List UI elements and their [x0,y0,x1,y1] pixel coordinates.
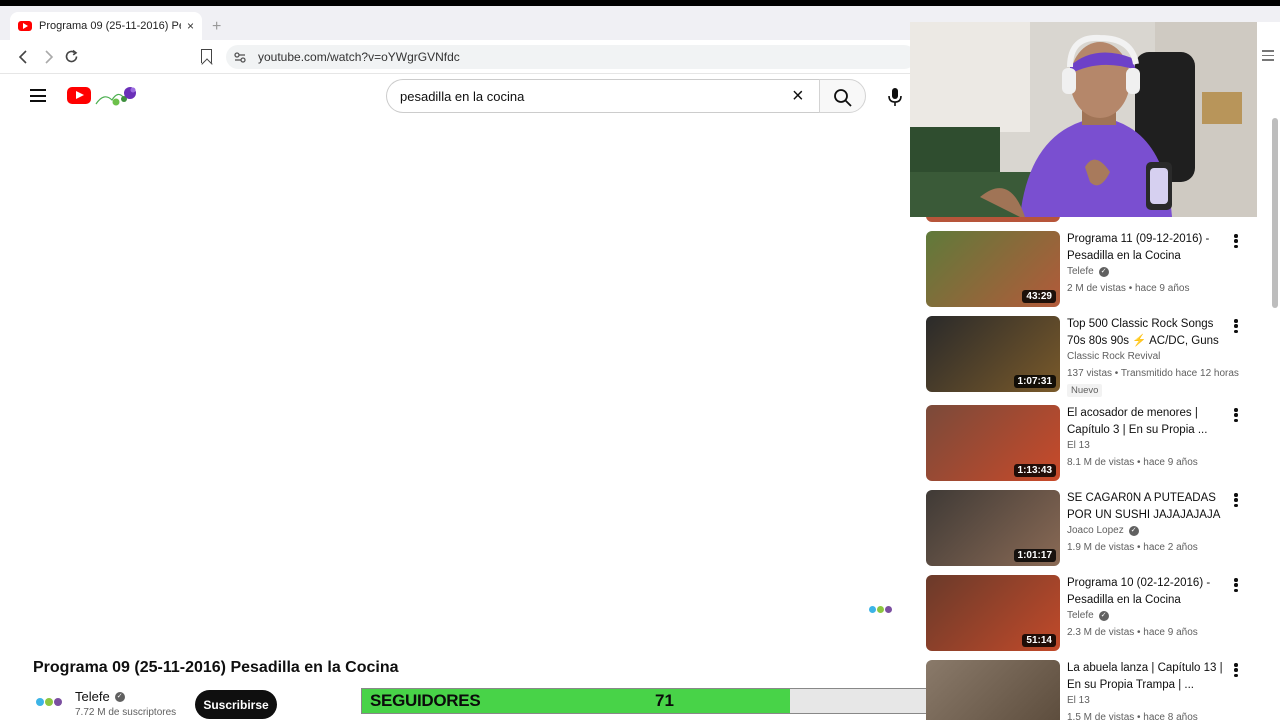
new-tab-button[interactable]: + [212,18,221,36]
recommendation-channel[interactable]: Telefe ✓ [1067,610,1109,621]
subscribe-button[interactable]: Suscribirse [195,690,277,719]
youtube-header: pesadilla en la cocina × [0,74,910,118]
clear-search-icon[interactable]: × [792,86,804,106]
search-query: pesadilla en la cocina [400,88,525,104]
address-bar: youtube.com/watch?v=oYWgrGVNfdc [0,40,916,74]
tab-close-icon[interactable]: × [187,19,194,33]
reload-icon[interactable] [64,49,79,64]
video-duration: 1:07:31 [1013,375,1056,388]
verified-icon: ✓ [114,691,125,702]
webcam-feed-image [910,22,1257,217]
recommendation-meta: 137 vistas • Transmitido hace 12 horas [1067,368,1239,379]
video-player[interactable] [6,120,906,650]
recommendation-item[interactable]: 51:14 Programa 10 (02-12-2016) - Pesadill… [926,575,1256,655]
video-title: Programa 09 (25-11-2016) Pesadilla en la… [33,659,399,676]
recommendation-channel-name: El 13 [1067,440,1090,451]
recommendation-channel[interactable]: El 13 [1067,695,1090,706]
recommendation-channel[interactable]: Telefe ✓ [1067,266,1109,277]
recommendation-thumbnail[interactable]: 43:29 [926,231,1060,307]
more-options-icon[interactable] [1234,234,1238,248]
browser-tab[interactable]: Programa 09 (25-11-2016) Pesadilla × [10,12,202,40]
video-duration: 1:01:17 [1013,549,1056,562]
back-arrow-icon[interactable] [18,50,30,64]
followers-label: SEGUIDORES [370,691,481,710]
search-icon [834,89,852,107]
screen: Programa 09 (25-11-2016) Pesadilla × + y… [0,0,1280,720]
recommendation-meta: 1.9 M de vistas • hace 2 años [1067,542,1198,553]
webcam-overlay [910,22,1257,217]
followers-goal-bar: SEGUIDORES 71 100 [361,688,966,714]
recommendation-channel[interactable]: Classic Rock Revival [1067,351,1160,362]
recommendation-channel-name: Joaco Lopez [1067,525,1124,536]
more-options-icon[interactable] [1234,663,1238,677]
url-field[interactable]: youtube.com/watch?v=oYWgrGVNfdc [226,45,916,69]
recommendation-thumbnail[interactable]: 51:14 [926,575,1060,651]
more-options-icon[interactable] [1234,408,1238,422]
menu-icon[interactable] [30,89,46,102]
verified-icon: ✓ [1098,610,1109,621]
recommendation-title[interactable]: La abuela lanza | Capítulo 13 | En su Pr… [1067,660,1227,693]
tab-title: Programa 09 (25-11-2016) Pesadilla [39,20,181,32]
sidebar-menu-icon[interactable] [1262,50,1274,64]
recommendation-title[interactable]: Programa 11 (09-12-2016) - Pesadilla en … [1067,231,1227,264]
recommendation-channel-name: El 13 [1067,695,1090,706]
recommendation-title[interactable]: Programa 10 (02-12-2016) - Pesadilla en … [1067,575,1227,608]
recommendation-title[interactable]: SE CAGAR0N A PUTEADAS POR UN SUSHI JAJAJ… [1067,490,1227,523]
scrollbar[interactable] [1272,118,1278,308]
recommendation-channel[interactable]: El 13 [1067,440,1090,451]
video-duration: 43:29 [1022,290,1056,303]
telefe-watermark-icon [869,606,892,613]
recommendation-item[interactable]: 1:13:43 El acosador de menores | Capítulo… [926,405,1256,485]
recommendation-meta: 8.1 M de vistas • hace 9 años [1067,457,1198,468]
new-badge: Nuevo [1067,384,1103,397]
recommendation-item[interactable]: 1:07:31 Top 500 Classic Rock Songs 70s 80… [926,316,1256,397]
more-options-icon[interactable] [1234,319,1238,333]
recommendation-meta: 2 M de vistas • hace 9 años [1067,283,1190,294]
recommendation-meta: 2.3 M de vistas • hace 9 años [1067,627,1198,638]
bookmark-icon[interactable] [201,49,212,63]
verified-icon: ✓ [1098,266,1109,277]
more-options-icon[interactable] [1234,493,1238,507]
youtube-doodle-icon[interactable] [94,84,140,108]
search-button[interactable] [819,79,866,113]
recommendation-title[interactable]: Top 500 Classic Rock Songs 70s 80s 90s ⚡… [1067,316,1227,350]
site-settings-icon[interactable] [234,51,246,63]
channel-name-text: Telefe [75,689,110,704]
recommendation-channel[interactable]: Joaco Lopez ✓ [1067,525,1139,536]
verified-icon: ✓ [1128,525,1139,536]
recommendation-meta: 1.5 M de vistas • hace 8 años [1067,712,1198,720]
recommendation-thumbnail[interactable]: 1:07:31 [926,316,1060,392]
recommendation-channel-name: Telefe [1067,610,1094,621]
video-duration: 1:13:43 [1013,464,1056,477]
recommendation-item[interactable]: 43:29 Programa 11 (09-12-2016) - Pesadill… [926,231,1256,311]
youtube-logo-icon[interactable] [67,87,91,104]
youtube-favicon-icon [18,21,32,31]
recommendation-thumbnail[interactable]: 1:01:17 [926,490,1060,566]
recommendation-thumbnail[interactable]: 1:13:43 [926,405,1060,481]
more-options-icon[interactable] [1234,578,1238,592]
search-input[interactable]: pesadilla en la cocina [386,79,820,113]
channel-avatar[interactable] [36,692,64,712]
video-duration: 51:14 [1022,634,1056,647]
forward-arrow-icon[interactable] [42,50,54,64]
followers-count: 71 [655,691,674,710]
url-text: youtube.com/watch?v=oYWgrGVNfdc [258,50,460,64]
microphone-icon[interactable] [886,87,904,107]
recommendation-title[interactable]: El acosador de menores | Capítulo 3 | En… [1067,405,1227,438]
channel-name[interactable]: Telefe ✓ [75,689,125,704]
recommendation-channel-name: Telefe [1067,266,1094,277]
recommendation-item[interactable]: La abuela lanza | Capítulo 13 | En su Pr… [926,660,1256,720]
recommendation-thumbnail[interactable] [926,660,1060,720]
recommendation-channel-name: Classic Rock Revival [1067,351,1161,362]
recommendation-item[interactable]: 1:01:17 SE CAGAR0N A PUTEADAS POR UN SUSH… [926,490,1256,570]
subscriber-count: 7.72 M de suscriptores [75,707,177,718]
